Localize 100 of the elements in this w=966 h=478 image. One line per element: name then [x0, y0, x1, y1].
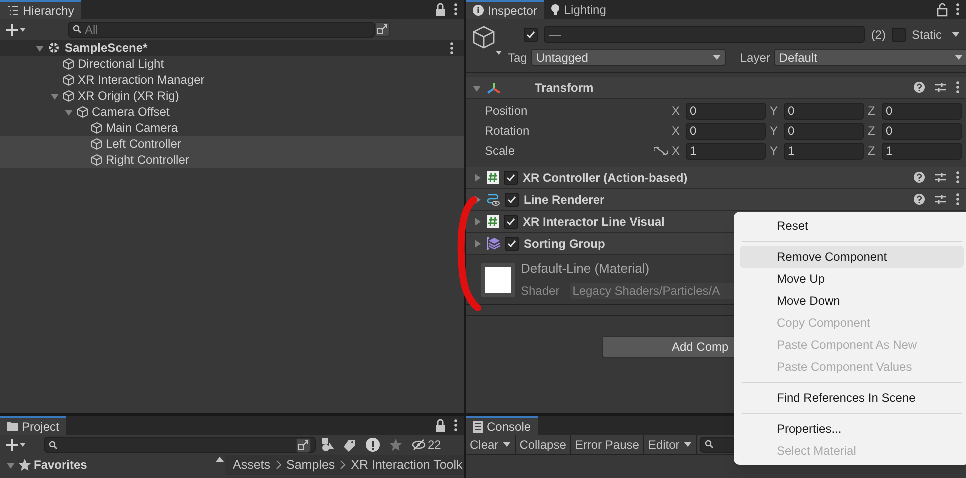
- create-button[interactable]: [4, 22, 28, 38]
- panel-tab[interactable]: Console: [466, 416, 538, 435]
- lock-icon[interactable]: [937, 2, 948, 16]
- panel-tab[interactable]: Hierarchy: [0, 0, 82, 19]
- tag-icon[interactable]: [344, 438, 356, 452]
- cube-icon: [91, 154, 103, 166]
- breadcrumb-item[interactable]: Assets: [233, 456, 271, 474]
- cube-icon: [63, 90, 75, 102]
- number-field[interactable]: 0: [784, 122, 864, 140]
- toolbar-button[interactable]: Editor: [644, 434, 697, 454]
- scroll-up-icon[interactable]: [215, 455, 225, 465]
- hidden-packages-button[interactable]: 22: [412, 436, 442, 454]
- more-options-icon[interactable]: [956, 3, 960, 16]
- hierarchy-item[interactable]: Left Controller: [0, 136, 464, 152]
- more-options-icon[interactable]: [956, 171, 960, 184]
- checkbox[interactable]: [505, 236, 519, 250]
- number-field[interactable]: 1: [882, 142, 962, 160]
- collapse-arrow-icon[interactable]: [35, 43, 45, 53]
- axis-label: X: [672, 123, 682, 140]
- expand-arrow-icon[interactable]: [472, 172, 482, 182]
- toolbar-button[interactable]: Clear: [466, 434, 516, 454]
- toolbar-button[interactable]: Error Pause: [571, 434, 644, 454]
- checkbox[interactable]: [892, 28, 906, 42]
- axis-label: Y: [770, 143, 780, 160]
- menu-item[interactable]: Remove Component: [740, 246, 964, 268]
- presets-icon[interactable]: [935, 82, 946, 93]
- number-field[interactable]: 0: [686, 122, 766, 140]
- more-options-icon[interactable]: [956, 81, 960, 94]
- check-icon: [506, 216, 516, 226]
- unity-logo-icon: [48, 42, 60, 54]
- name-field[interactable]: —: [544, 26, 866, 43]
- number-field[interactable]: 1: [784, 142, 864, 160]
- component-header[interactable]: Transform: [466, 77, 966, 99]
- expand-arrow-icon[interactable]: [472, 238, 482, 248]
- expand-arrow-icon[interactable]: [472, 216, 482, 226]
- panel-tab[interactable]: Lighting: [544, 0, 614, 19]
- toolbar-button[interactable]: Collapse: [516, 434, 572, 454]
- chevron-icon: [276, 460, 282, 470]
- lock-icon[interactable]: [435, 418, 446, 432]
- scene-search-icon[interactable]: [375, 22, 390, 37]
- help-icon[interactable]: [914, 82, 925, 93]
- hierarchy-item[interactable]: XR Interaction Manager: [0, 72, 464, 88]
- checkbox[interactable]: [504, 170, 518, 184]
- collapse-arrow-icon[interactable]: [64, 107, 74, 117]
- component-header[interactable]: XR Controller (Action-based): [466, 167, 966, 189]
- hierarchy-item[interactable]: Directional Light: [0, 56, 464, 72]
- help-icon[interactable]: [914, 194, 925, 205]
- number-field[interactable]: 0: [784, 102, 864, 120]
- collapse-arrow-icon[interactable]: [50, 91, 60, 101]
- dropdown[interactable]: Untagged: [531, 49, 726, 66]
- hierarchy-item[interactable]: Main Camera: [0, 120, 464, 136]
- number-field[interactable]: 1: [686, 142, 766, 160]
- presets-icon[interactable]: [935, 172, 946, 183]
- checkbox[interactable]: [524, 28, 538, 42]
- menu-item[interactable]: Properties...: [740, 418, 964, 440]
- dropdown-arrow-icon: [952, 32, 960, 37]
- checkbox[interactable]: [504, 214, 518, 228]
- unlinked-icon[interactable]: [654, 145, 668, 157]
- component-header[interactable]: Line Renderer: [466, 189, 966, 211]
- property-label: Scale: [485, 143, 516, 160]
- help-icon[interactable]: [914, 172, 925, 183]
- scene-row[interactable]: SampleScene*: [0, 40, 464, 56]
- axis-label: Y: [770, 123, 780, 140]
- breadcrumb-item[interactable]: Samples: [286, 456, 336, 474]
- favorites-item[interactable]: Favorites: [0, 455, 215, 475]
- dropdown[interactable]: Default: [774, 49, 966, 66]
- expand-arrow-icon[interactable]: [472, 194, 482, 204]
- presets-icon[interactable]: [935, 194, 946, 205]
- cube-icon: [91, 138, 103, 150]
- hierarchy-item[interactable]: XR Origin (XR Rig): [0, 88, 464, 104]
- create-button[interactable]: [4, 437, 28, 453]
- hierarchy-item[interactable]: Right Controller: [0, 152, 464, 168]
- gameobject-icon[interactable]: [472, 26, 502, 56]
- search-field[interactable]: [44, 437, 316, 453]
- collapse-arrow-icon[interactable]: [6, 460, 16, 470]
- plus-icon: [6, 439, 26, 451]
- more-options-icon[interactable]: [454, 3, 458, 16]
- panel-tab[interactable]: Inspector: [466, 0, 544, 19]
- menu-item[interactable]: Find References In Scene: [740, 387, 964, 409]
- breadcrumb-item[interactable]: XR Interaction Toolk: [351, 456, 463, 474]
- number-field[interactable]: 0: [686, 102, 766, 120]
- star-icon[interactable]: [390, 439, 402, 451]
- material-swatch[interactable]: [481, 262, 515, 296]
- search-icon: [73, 25, 82, 34]
- lock-icon[interactable]: [435, 2, 446, 16]
- hierarchy-item[interactable]: Camera Offset: [0, 104, 464, 120]
- number-field[interactable]: 0: [882, 102, 962, 120]
- checkbox[interactable]: [505, 192, 519, 206]
- warning-icon[interactable]: [366, 438, 380, 452]
- axis-label: X: [672, 103, 682, 120]
- scene-search-icon[interactable]: [296, 438, 311, 452]
- static-dropdown[interactable]: Static: [912, 26, 960, 44]
- number-field[interactable]: 0: [882, 122, 962, 140]
- more-options-icon[interactable]: [450, 42, 454, 54]
- panel-tab[interactable]: Project: [0, 416, 66, 435]
- tag-label: Tag: [508, 50, 528, 66]
- shapes-icon[interactable]: [322, 438, 334, 452]
- more-options-icon[interactable]: [956, 193, 960, 206]
- more-options-icon[interactable]: [454, 419, 458, 432]
- check-icon: [526, 30, 536, 40]
